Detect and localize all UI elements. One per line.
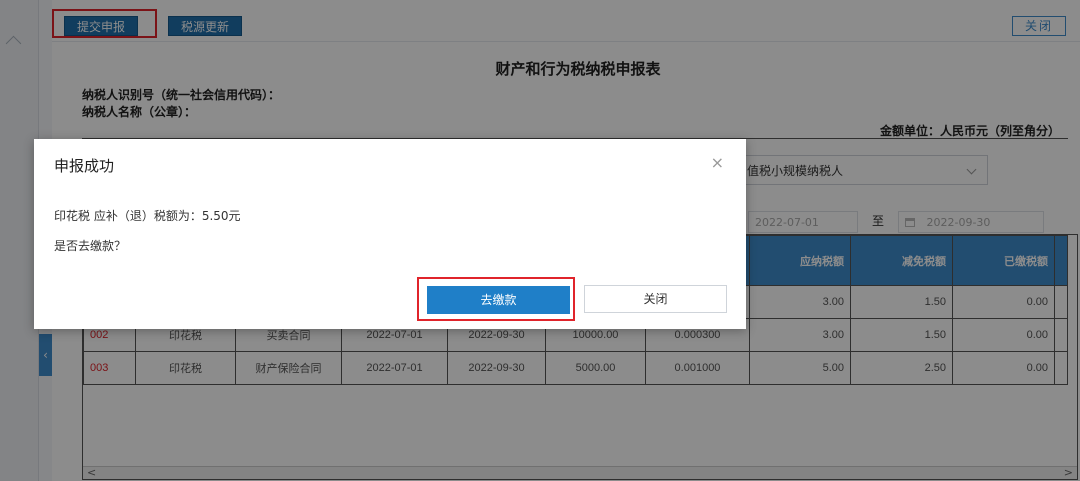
declaration-success-dialog: 申报成功 × 印花税 应补（退）税额为：5.50元 是否去缴款？ 去缴款 关闭 [34,139,746,329]
dialog-question: 是否去缴款？ [54,239,127,253]
dialog-message: 印花税 应补（退）税额为：5.50元 [54,209,241,223]
close-icon[interactable]: × [711,153,724,172]
dialog-close-button[interactable]: 关闭 [584,285,727,313]
dialog-title: 申报成功 [54,157,115,175]
go-pay-button[interactable]: 去缴款 [427,286,570,314]
